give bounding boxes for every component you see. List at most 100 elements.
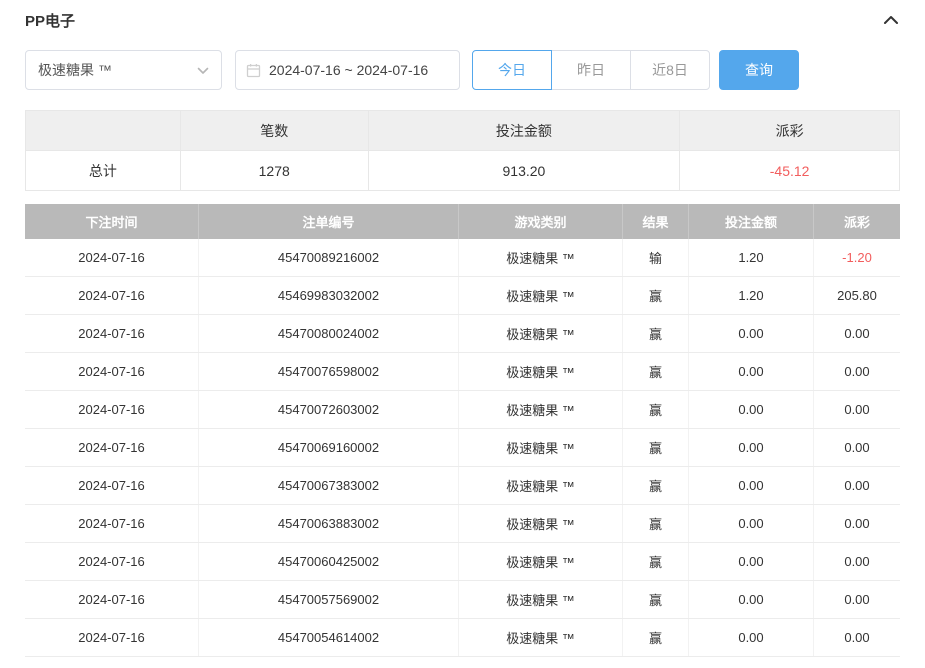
bet-amount-cell: 0.00	[689, 581, 814, 618]
date-range-input[interactable]: 2024-07-16 ~ 2024-07-16	[235, 50, 460, 90]
bet-time-cell: 2024-07-16	[25, 543, 199, 580]
game-type-cell: 极速糖果 ™	[459, 467, 623, 504]
calendar-icon	[246, 63, 261, 78]
chevron-up-icon[interactable]	[882, 13, 900, 27]
result-cell: 赢	[623, 277, 689, 314]
order-id-cell: 45470069160002	[199, 429, 459, 466]
result-cell: 赢	[623, 391, 689, 428]
table-row: 2024-07-16 45470057569002 极速糖果 ™ 赢 0.00 …	[25, 581, 900, 619]
header-payout: 派彩	[814, 204, 900, 239]
summary-total-label: 总计	[26, 151, 181, 191]
order-id-cell: 45470060425002	[199, 543, 459, 580]
order-id-cell: 45470063883002	[199, 505, 459, 542]
result-cell: 赢	[623, 505, 689, 542]
table-body: 2024-07-16 45470089216002 极速糖果 ™ 输 1.20 …	[25, 239, 900, 657]
bets-table: 下注时间 注单编号 游戏类别 结果 投注金额 派彩 2024-07-16 454…	[25, 204, 900, 657]
bet-amount-cell: 1.20	[689, 277, 814, 314]
header-bet-time: 下注时间	[25, 204, 199, 239]
table-row: 2024-07-16 45469983032002 极速糖果 ™ 赢 1.20 …	[25, 277, 900, 315]
summary-header-blank	[26, 111, 181, 151]
summary-total-count: 1278	[181, 151, 369, 191]
bet-time-cell: 2024-07-16	[25, 429, 199, 466]
table-row: 2024-07-16 45470089216002 极速糖果 ™ 输 1.20 …	[25, 239, 900, 277]
bets-table-header: 下注时间 注单编号 游戏类别 结果 投注金额 派彩	[25, 204, 900, 239]
last-8-days-button[interactable]: 近8日	[630, 50, 710, 90]
today-button[interactable]: 今日	[472, 50, 552, 90]
header-result: 结果	[623, 204, 689, 239]
result-cell: 赢	[623, 581, 689, 618]
payout-cell: 205.80	[814, 277, 900, 314]
bet-time-cell: 2024-07-16	[25, 619, 199, 656]
payout-cell: 0.00	[814, 581, 900, 618]
filter-bar: 极速糖果 ™ 2024-07-16 ~ 2024-07-16 今日 昨日 近8日…	[25, 50, 900, 90]
bet-amount-cell: 0.00	[689, 619, 814, 656]
result-cell: 赢	[623, 315, 689, 352]
table-row: 2024-07-16 45470063883002 极速糖果 ™ 赢 0.00 …	[25, 505, 900, 543]
game-type-cell: 极速糖果 ™	[459, 581, 623, 618]
payout-cell: -1.20	[814, 239, 900, 276]
payout-cell: 0.00	[814, 505, 900, 542]
bet-amount-cell: 0.00	[689, 467, 814, 504]
game-select[interactable]: 极速糖果 ™	[25, 50, 222, 90]
game-type-cell: 极速糖果 ™	[459, 619, 623, 656]
summary-total-bet-amount: 913.20	[369, 151, 681, 191]
quick-range-group: 今日 昨日 近8日	[472, 50, 710, 90]
table-row: 2024-07-16 45470076598002 极速糖果 ™ 赢 0.00 …	[25, 353, 900, 391]
bet-time-cell: 2024-07-16	[25, 505, 199, 542]
chevron-down-icon	[197, 62, 209, 78]
payout-cell: 0.00	[814, 429, 900, 466]
payout-cell: 0.00	[814, 467, 900, 504]
payout-cell: 0.00	[814, 391, 900, 428]
bet-amount-cell: 1.20	[689, 239, 814, 276]
order-id-cell: 45470072603002	[199, 391, 459, 428]
bet-time-cell: 2024-07-16	[25, 315, 199, 352]
game-type-cell: 极速糖果 ™	[459, 543, 623, 580]
game-select-value: 极速糖果 ™	[38, 60, 112, 80]
bet-amount-cell: 0.00	[689, 353, 814, 390]
bet-amount-cell: 0.00	[689, 543, 814, 580]
bet-time-cell: 2024-07-16	[25, 467, 199, 504]
game-type-cell: 极速糖果 ™	[459, 277, 623, 314]
table-row: 2024-07-16 45470054614002 极速糖果 ™ 赢 0.00 …	[25, 619, 900, 657]
game-type-cell: 极速糖果 ™	[459, 315, 623, 352]
payout-cell: 0.00	[814, 353, 900, 390]
game-type-cell: 极速糖果 ™	[459, 505, 623, 542]
search-button[interactable]: 查询	[719, 50, 799, 90]
date-range-value: 2024-07-16 ~ 2024-07-16	[269, 62, 428, 78]
panel-header: PP电子	[25, 0, 900, 40]
order-id-cell: 45470080024002	[199, 315, 459, 352]
result-cell: 赢	[623, 429, 689, 466]
report-panel: PP电子 极速糖果 ™ 2024-07-16 ~ 2024-07-16	[0, 0, 925, 657]
bet-time-cell: 2024-07-16	[25, 239, 199, 276]
payout-cell: 0.00	[814, 543, 900, 580]
table-row: 2024-07-16 45470060425002 极速糖果 ™ 赢 0.00 …	[25, 543, 900, 581]
game-type-cell: 极速糖果 ™	[459, 239, 623, 276]
result-cell: 赢	[623, 543, 689, 580]
bet-time-cell: 2024-07-16	[25, 581, 199, 618]
summary-total-row: 总计 1278 913.20 -45.12	[26, 151, 900, 191]
order-id-cell: 45470054614002	[199, 619, 459, 656]
result-cell: 输	[623, 239, 689, 276]
order-id-cell: 45470076598002	[199, 353, 459, 390]
table-row: 2024-07-16 45470069160002 极速糖果 ™ 赢 0.00 …	[25, 429, 900, 467]
summary-header-count: 笔数	[181, 111, 369, 151]
payout-cell: 0.00	[814, 315, 900, 352]
header-game-type: 游戏类别	[459, 204, 623, 239]
summary-total-payout: -45.12	[680, 151, 900, 191]
bet-amount-cell: 0.00	[689, 391, 814, 428]
order-id-cell: 45470057569002	[199, 581, 459, 618]
bet-amount-cell: 0.00	[689, 429, 814, 466]
summary-header-payout: 派彩	[680, 111, 900, 151]
header-order-id: 注单编号	[199, 204, 459, 239]
result-cell: 赢	[623, 619, 689, 656]
order-id-cell: 45469983032002	[199, 277, 459, 314]
bet-amount-cell: 0.00	[689, 505, 814, 542]
summary-table: 笔数 投注金额 派彩 总计 1278 913.20 -45.12	[25, 110, 900, 191]
bet-amount-cell: 0.00	[689, 315, 814, 352]
yesterday-button[interactable]: 昨日	[551, 50, 631, 90]
order-id-cell: 45470089216002	[199, 239, 459, 276]
game-type-cell: 极速糖果 ™	[459, 391, 623, 428]
summary-header-row: 笔数 投注金额 派彩	[26, 111, 900, 151]
payout-cell: 0.00	[814, 619, 900, 656]
order-id-cell: 45470067383002	[199, 467, 459, 504]
